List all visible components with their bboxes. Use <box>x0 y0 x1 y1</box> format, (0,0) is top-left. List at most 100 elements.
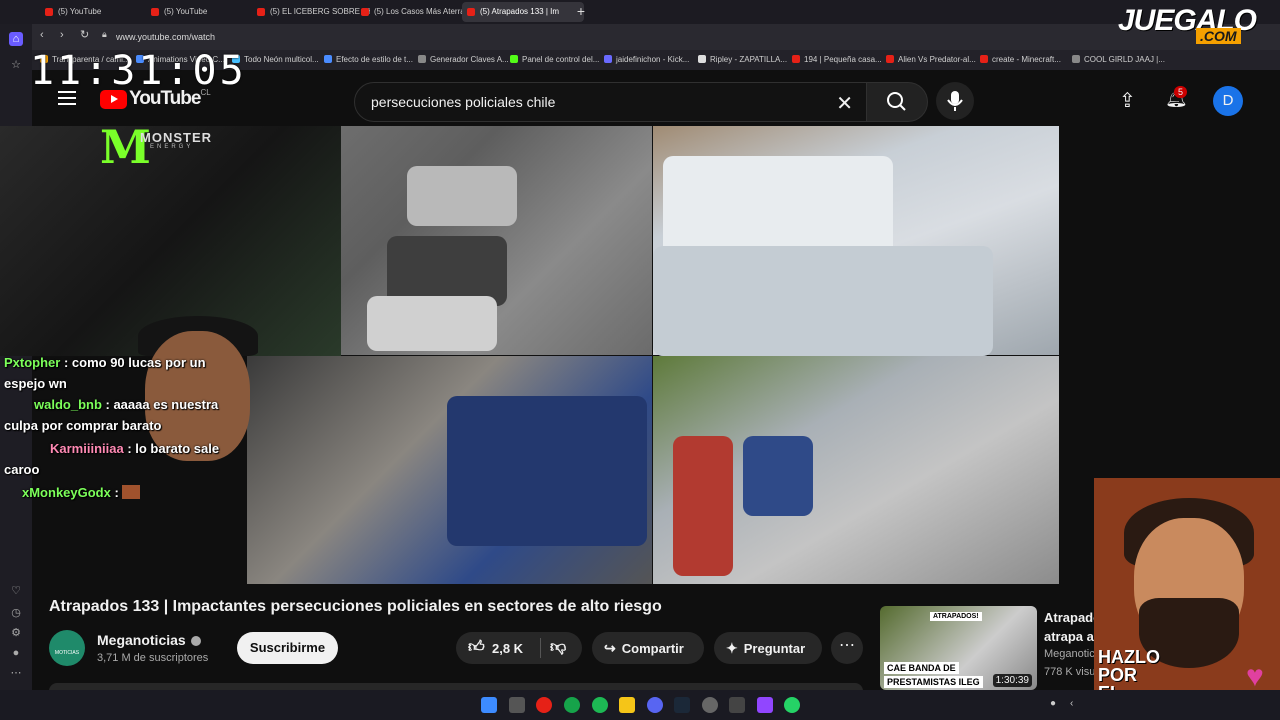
search-icon <box>887 92 906 111</box>
bookmark-item[interactable]: COOL GIRLD JAAJ |... <box>1072 55 1165 64</box>
monster-logo-icon: Ⅿ <box>100 120 151 174</box>
chat-message: waldo_bnb : aaaaa es nuestra culpa por c… <box>4 397 219 433</box>
history-icon[interactable]: ◷ <box>9 606 23 620</box>
browser-tab[interactable]: (5) EL ICEBERG SOBRE CHI <box>252 2 370 22</box>
sticker-text: HAZLOPOREL <box>1098 647 1160 690</box>
clear-search-icon[interactable]: ✕ <box>836 91 853 116</box>
search-button[interactable] <box>866 82 928 122</box>
watermark-domain: .COM <box>1196 28 1241 44</box>
thumbs-down-icon[interactable]: 👎︎ <box>550 638 566 657</box>
kick-icon <box>510 55 518 63</box>
sparkle-icon: ✦ <box>726 640 738 656</box>
youtube-favicon-icon <box>45 8 53 16</box>
obs-icon[interactable] <box>702 697 718 713</box>
youtube-favicon-icon <box>467 8 475 16</box>
folder-icon[interactable] <box>619 697 635 713</box>
windows-start-icon[interactable] <box>481 697 497 713</box>
subscribe-button[interactable]: Suscribirme <box>237 632 338 664</box>
bookmark-icon <box>604 55 612 63</box>
system-tray-chevron-icon[interactable]: ‹ <box>1070 698 1073 709</box>
spotify-icon[interactable] <box>592 697 608 713</box>
more-icon[interactable]: ⋯ <box>9 666 23 680</box>
bookmark-item[interactable]: Efecto de estilo de t... <box>324 55 413 64</box>
thumbnail-tag: ATRAPADOS! <box>930 612 982 621</box>
stream-clock: 11:31:05 <box>30 48 247 94</box>
heart-icon: ♥ <box>1246 660 1264 690</box>
forward-icon[interactable]: › <box>60 29 64 41</box>
thumbnail-caption: CAE BANDA DE <box>884 662 959 674</box>
url-field[interactable]: www.youtube.com/watch <box>116 29 1016 45</box>
youtube-favicon-icon <box>257 8 265 16</box>
browser-tab-bar: (5) YouTube (5) YouTube (5) EL ICEBERG S… <box>0 0 1280 24</box>
browser-tab-active[interactable]: (5) Atrapados 133 | Im <box>462 2 584 22</box>
verified-icon <box>190 636 201 646</box>
app-icon[interactable] <box>729 697 745 713</box>
youtube-favicon-icon <box>980 55 988 63</box>
heart-icon[interactable]: ♡ <box>9 584 23 598</box>
reload-icon[interactable]: ↻ <box>80 28 89 41</box>
whatsapp-icon[interactable] <box>784 697 800 713</box>
home-icon[interactable]: ⌂ <box>9 32 23 46</box>
lock-icon[interactable]: 🔒︎ <box>102 29 107 40</box>
browser-tab[interactable]: (5) YouTube <box>40 2 158 22</box>
bookmark-icon <box>1072 55 1080 63</box>
more-actions-icon[interactable]: ⋯ <box>831 632 863 664</box>
create-upload-icon[interactable]: ⇪ <box>1119 88 1136 113</box>
related-video-channel: Meganotic <box>1044 648 1094 660</box>
twitch-icon[interactable] <box>757 697 773 713</box>
share-button[interactable]: ↪ Compartir <box>592 632 704 664</box>
video-panel-bottom-right <box>653 356 1059 584</box>
bookmark-icon <box>324 55 332 63</box>
monster-brand-text: MONSTER <box>140 130 212 145</box>
chat-message: Pxtopher : como 90 lucas por un espejo w… <box>4 355 206 391</box>
ask-button[interactable]: ✦ Preguntar <box>714 632 822 664</box>
bookmark-item[interactable]: jaidefinichon - Kick... <box>604 55 689 64</box>
video-panel-bottom-left <box>247 356 652 584</box>
xbox-icon[interactable] <box>564 697 580 713</box>
car-shape <box>673 436 733 576</box>
thumbnail-caption: PRESTAMISTAS ILEG <box>884 676 983 688</box>
related-video-title[interactable]: Atrapadosatrapa a <box>1044 608 1094 646</box>
channel-avatar[interactable]: MOTICIAS <box>49 630 85 666</box>
star-icon[interactable]: ☆ <box>9 58 23 72</box>
chat-message: Karmiiiniiaa : lo barato sale caroo <box>4 441 220 477</box>
car-shape <box>407 166 517 226</box>
thumbs-up-icon[interactable]: 👍︎ <box>468 638 485 657</box>
browser-tab[interactable]: (5) YouTube <box>146 2 264 22</box>
back-icon[interactable]: ‹ <box>40 29 44 41</box>
like-count[interactable]: 2,8 K <box>492 641 523 656</box>
task-view-icon[interactable] <box>509 697 525 713</box>
voice-search-button[interactable] <box>936 82 974 120</box>
video-panel-top-right <box>653 126 1059 356</box>
bookmark-item[interactable]: Ripley - ZAPATILLA... <box>698 55 787 64</box>
monster-brand-subtext: ENERGY <box>150 144 194 150</box>
video-player[interactable] <box>247 126 1059 584</box>
chat-message: xMonkeyGodx : <box>4 482 244 503</box>
steam-icon[interactable] <box>674 697 690 713</box>
emote-icon <box>122 485 141 499</box>
bookmark-item[interactable]: 194 | Pequeña casa... <box>792 55 882 64</box>
channel-name[interactable]: Meganoticias <box>97 632 201 648</box>
related-video-views: 778 K visu <box>1044 666 1094 678</box>
microphone-icon <box>947 91 963 111</box>
car-shape <box>743 436 813 516</box>
discord-icon[interactable] <box>647 697 663 713</box>
related-video-thumbnail[interactable]: ATRAPADOS! CAE BANDA DE PRESTAMISTAS ILE… <box>880 606 1037 690</box>
divider <box>540 638 541 658</box>
streamer-cartoon-avatar: HAZLOPOREL ♥ <box>1094 478 1280 690</box>
bookmark-item[interactable]: Alien Vs Predator-al... <box>886 55 976 64</box>
system-tray-icon[interactable]: ● <box>1050 698 1056 709</box>
bookmark-item[interactable]: Panel de control del... <box>510 55 599 64</box>
bookmark-item[interactable]: create - Minecraft... <box>980 55 1061 64</box>
bulb-icon[interactable]: ● <box>9 646 23 660</box>
opera-icon[interactable] <box>536 697 552 713</box>
new-tab-button[interactable]: + <box>574 4 588 18</box>
youtube-favicon-icon <box>151 8 159 16</box>
address-bar: ‹ › ↻ 🔒︎ www.youtube.com/watch <box>0 24 1280 50</box>
settings-icon[interactable]: ⚙ <box>9 626 23 640</box>
browser-tab[interactable]: (5) Los Casos Más Aterrad <box>356 2 476 22</box>
search-input[interactable]: persecuciones policiales chile ✕ <box>354 82 868 122</box>
account-avatar[interactable]: D <box>1213 86 1243 116</box>
bookmark-item[interactable]: Generador Claves A... <box>418 55 509 64</box>
car-shape <box>367 296 497 351</box>
